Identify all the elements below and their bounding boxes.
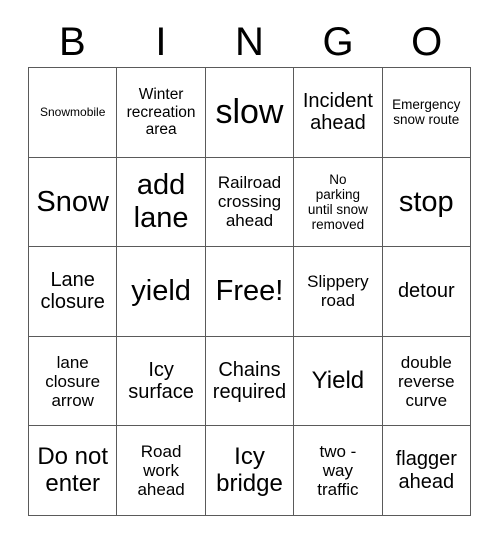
header-letter-g: G — [322, 19, 354, 64]
bingo-cell-label: Free! — [215, 275, 284, 308]
bingo-cell-r3c1[interactable]: Lane closure — [29, 247, 118, 337]
bingo-cell-r5c3[interactable]: Icy bridge — [205, 426, 295, 516]
bingo-cell-label: Icy surface — [128, 358, 194, 404]
bingo-cell-label: two - way traffic — [317, 442, 359, 500]
bingo-cell-r1c1[interactable]: Snowmobile — [29, 68, 118, 158]
bingo-cell-r2c4[interactable]: No parking until snow removed — [294, 157, 383, 248]
bingo-cell-label: Emergency snow route — [392, 97, 461, 128]
bingo-cell-label: No parking until snow removed — [307, 171, 368, 232]
bingo-cell-label: Snow — [36, 185, 109, 218]
header-letter-n: N — [235, 19, 264, 64]
bingo-cell-r5c5[interactable]: flagger ahead — [382, 426, 471, 516]
bingo-header: B I N G O — [28, 16, 471, 67]
header-letter-o: O — [411, 19, 443, 64]
bingo-cell-label: double reverse curve — [397, 352, 455, 410]
header-letter-i: I — [155, 19, 167, 64]
bingo-cell-label: Road work ahead — [137, 442, 185, 500]
bingo-cell-label: detour — [397, 280, 455, 303]
bingo-cell-label: stop — [398, 185, 454, 218]
bingo-cell-r4c5[interactable]: double reverse curve — [382, 336, 471, 427]
bingo-cell-r4c3[interactable]: Chains required — [205, 336, 295, 427]
bingo-cell-r3c5[interactable]: detour — [382, 247, 471, 337]
bingo-cell-r3c2[interactable]: yield — [117, 247, 206, 337]
bingo-card: B I N G O Snowmobile Winter recreation ar… — [0, 0, 500, 544]
bingo-cell-r3c4[interactable]: Slippery road — [294, 247, 383, 337]
bingo-cell-label: Do not enter — [37, 442, 109, 497]
bingo-cell-label: Yield — [311, 366, 365, 394]
bingo-cell-r4c4[interactable]: Yield — [294, 336, 383, 427]
bingo-cell-r1c5[interactable]: Emergency snow route — [382, 68, 471, 158]
bingo-cell-label: Winter recreation area — [126, 86, 196, 138]
bingo-cell-label: Lane closure — [40, 269, 105, 314]
bingo-cell-label: Icy bridge — [216, 442, 283, 497]
bingo-cell-label: Snowmobile — [40, 104, 106, 119]
header-letter-b: B — [58, 19, 86, 64]
bingo-grid: Snowmobile Winter recreation area slow Inci… — [28, 67, 471, 516]
bingo-cell-label: Railroad crossing ahead — [217, 173, 282, 231]
bingo-cell-label: slow — [215, 93, 284, 132]
bingo-cell-r1c2[interactable]: Winter recreation area — [117, 68, 206, 158]
bingo-cell-label: Chains required — [212, 358, 287, 404]
bingo-cell-r5c2[interactable]: Road work ahead — [117, 426, 206, 516]
bingo-cell-r2c3[interactable]: Railroad crossing ahead — [205, 157, 295, 248]
bingo-cell-r4c1[interactable]: lane closure arrow — [29, 336, 118, 427]
bingo-cell-r2c2[interactable]: add lane — [117, 157, 206, 248]
bingo-cell-r4c2[interactable]: Icy surface — [117, 336, 206, 427]
bingo-cell-r5c4[interactable]: two - way traffic — [294, 426, 383, 516]
bingo-cell-r2c1[interactable]: Snow — [29, 157, 118, 248]
bingo-cell-label: yield — [131, 275, 191, 308]
bingo-cell-label: lane closure arrow — [45, 352, 101, 410]
bingo-cell-label: flagger ahead — [395, 448, 457, 493]
bingo-cell-r3c3[interactable]: Free! — [205, 247, 295, 337]
bingo-cell-r1c4[interactable]: Incident ahead — [294, 68, 383, 158]
bingo-cell-r2c5[interactable]: stop — [382, 157, 471, 248]
bingo-cell-r5c1[interactable]: Do not enter — [29, 426, 118, 516]
bingo-cell-label: Slippery road — [307, 272, 369, 311]
bingo-cell-label: Incident ahead — [302, 89, 373, 135]
bingo-cell-r1c3[interactable]: slow — [205, 68, 295, 158]
bingo-cell-label: add lane — [133, 169, 189, 234]
